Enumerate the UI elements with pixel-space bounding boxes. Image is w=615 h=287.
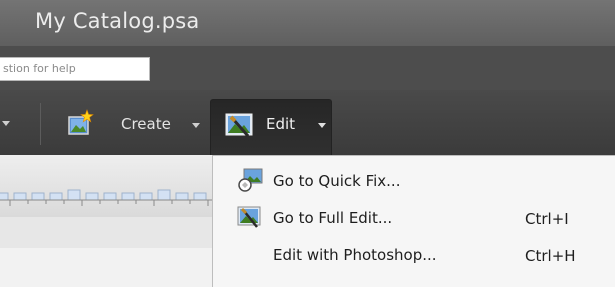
- toolbar-divider: [40, 103, 41, 145]
- menu-item-quick-fix[interactable]: Go to Quick Fix...: [213, 164, 615, 198]
- create-label: Create: [121, 115, 171, 133]
- menu-item-shortcut: Ctrl+I: [525, 210, 569, 228]
- timeline-ruler[interactable]: [0, 170, 212, 230]
- help-bar: stion for help: [0, 46, 615, 90]
- help-search-input[interactable]: stion for help: [0, 57, 150, 81]
- window-title: My Catalog.psa: [35, 9, 200, 33]
- edit-dropdown-menu: Go to Quick Fix... Go to Full Edit... Ct…: [212, 155, 615, 287]
- title-bar: My Catalog.psa: [0, 0, 615, 46]
- chevron-down-icon[interactable]: [2, 121, 10, 126]
- menu-item-label: Go to Quick Fix...: [273, 172, 401, 190]
- menu-item-shortcut: Ctrl+H: [525, 247, 576, 265]
- edit-label: Edit: [266, 115, 296, 133]
- full-edit-icon: [237, 206, 261, 228]
- chevron-down-icon: [318, 123, 326, 128]
- menu-item-full-edit[interactable]: Go to Full Edit... Ctrl+I: [213, 201, 615, 235]
- edit-button[interactable]: Edit: [210, 99, 332, 155]
- create-star-icon: [68, 109, 94, 135]
- menu-item-label: Edit with Photoshop...: [273, 246, 437, 264]
- create-button[interactable]: Create: [56, 103, 204, 145]
- edit-photo-icon: [225, 113, 253, 137]
- menu-item-edit-with-photoshop[interactable]: Edit with Photoshop... Ctrl+H: [213, 238, 615, 272]
- chevron-down-icon: [192, 123, 200, 128]
- menu-item-label: Go to Full Edit...: [273, 209, 393, 227]
- bottom-strip: [0, 248, 212, 287]
- quick-fix-icon: [238, 168, 263, 192]
